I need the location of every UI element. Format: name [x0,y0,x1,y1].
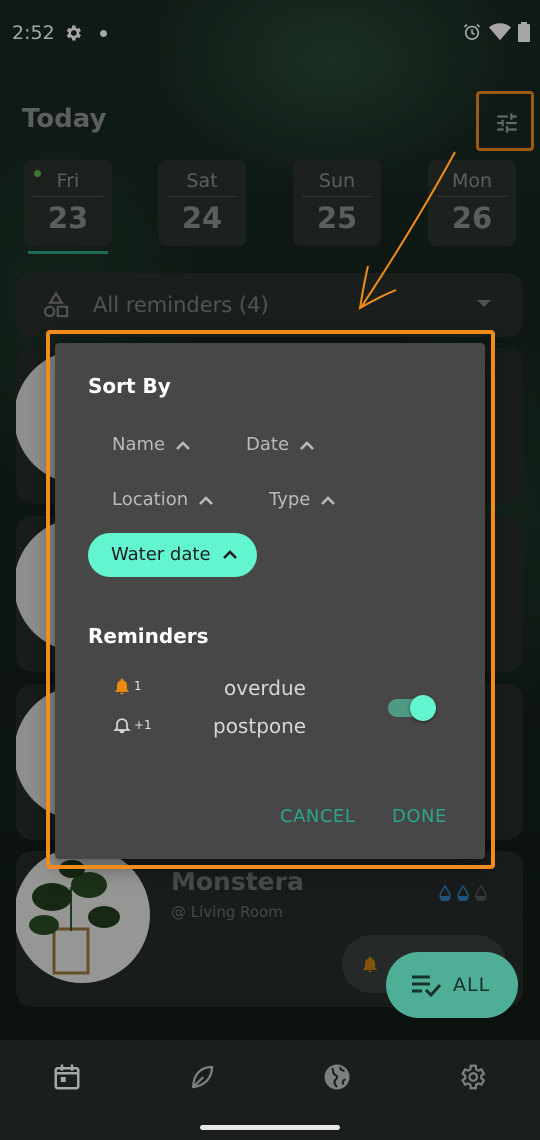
annotation-highlight-box [46,330,495,869]
nav-calendar[interactable] [52,1062,82,1092]
all-fab-button[interactable]: ALL [386,952,518,1018]
gear-icon [461,1064,486,1090]
gesture-bar [0,1117,540,1140]
playlist-check-icon [412,975,442,998]
bottom-navigation [0,1040,540,1117]
globe-icon [324,1064,350,1090]
leaf-icon [192,1065,214,1089]
home-indicator[interactable] [200,1125,340,1130]
nav-explore[interactable] [322,1062,352,1092]
annotation-arrow [358,151,456,310]
fab-label: ALL [453,974,491,996]
nav-settings[interactable] [457,1062,487,1092]
nav-plants[interactable] [187,1062,217,1092]
calendar-icon [54,1064,80,1090]
